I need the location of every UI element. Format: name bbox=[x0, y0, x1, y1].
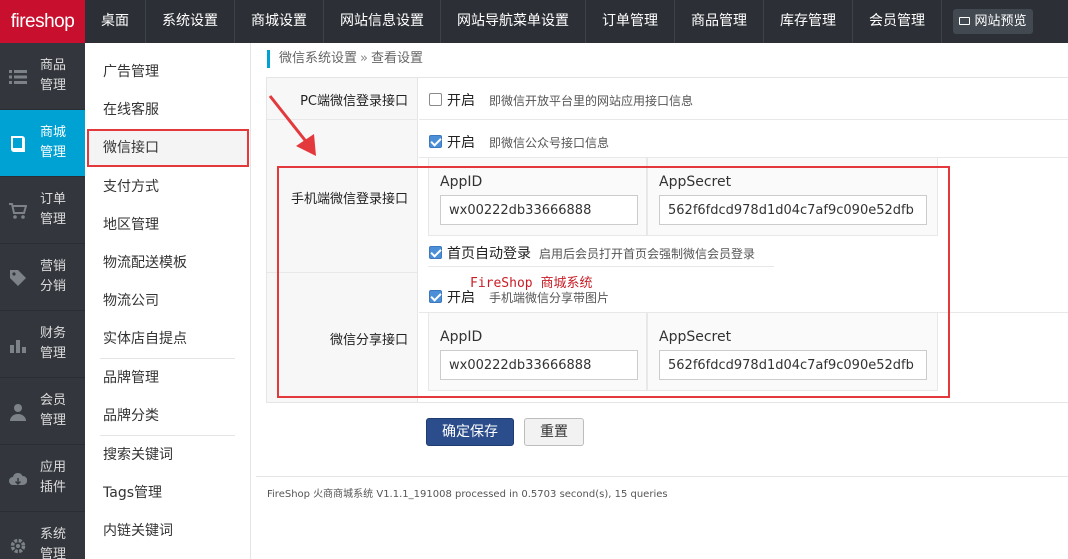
left-menu-mall[interactable]: 商城管理 bbox=[0, 110, 85, 177]
breadcrumb: 微信系统设置» 查看设置 bbox=[267, 50, 423, 68]
footer-text: FireShop 火商商城系统 V1.1.1_191008 processed … bbox=[267, 489, 668, 500]
top-nav-site-nav-menu[interactable]: 网站导航菜单设置 bbox=[441, 0, 586, 43]
sub-menu-shipping-templates[interactable]: 物流配送模板 bbox=[103, 244, 187, 282]
pc-login-enable-label: 开启 bbox=[447, 93, 475, 109]
sub-menu-regions[interactable]: 地区管理 bbox=[103, 206, 159, 244]
top-nav-orders[interactable]: 订单管理 bbox=[586, 0, 675, 43]
left-menu-system[interactable]: 系统管理 bbox=[0, 512, 85, 559]
monitor-icon bbox=[959, 16, 971, 25]
sub-menu-tags[interactable]: Tags管理 bbox=[103, 474, 162, 512]
left-menu-members[interactable]: 会员管理 bbox=[0, 378, 85, 445]
gear-icon bbox=[10, 538, 26, 554]
left-menu-label: 系统管理 bbox=[40, 527, 67, 559]
reset-button[interactable]: 重置 bbox=[524, 418, 584, 446]
row-divider bbox=[419, 119, 1068, 120]
left-menu-finance[interactable]: 财务管理 bbox=[0, 311, 85, 378]
app-root: fireshop 桌面 系统设置 商城设置 网站信息设置 网站导航菜单设置 订单… bbox=[0, 0, 1068, 559]
sub-menu-online-service[interactable]: 在线客服 bbox=[103, 91, 159, 129]
top-nav-inventory[interactable]: 库存管理 bbox=[764, 0, 853, 43]
top-nav: 桌面 系统设置 商城设置 网站信息设置 网站导航菜单设置 订单管理 商品管理 库… bbox=[85, 0, 942, 43]
left-menu-products[interactable]: 商品管理 bbox=[0, 43, 85, 110]
left-menu-label: 商品管理 bbox=[40, 58, 67, 93]
left-menu-marketing[interactable]: 营销分销 bbox=[0, 244, 85, 311]
top-bar: fireshop 桌面 系统设置 商城设置 网站信息设置 网站导航菜单设置 订单… bbox=[0, 0, 1068, 43]
sub-menu-wechat-api[interactable]: 微信接口 bbox=[103, 129, 159, 167]
left-menu-label: 财务管理 bbox=[40, 326, 67, 361]
breadcrumb-current: 查看设置 bbox=[370, 51, 423, 66]
left-menu-label: 会员管理 bbox=[40, 393, 67, 428]
list-icon bbox=[9, 70, 27, 84]
sub-menu-brands[interactable]: 品牌管理 bbox=[103, 359, 159, 397]
logo[interactable]: fireshop bbox=[0, 0, 85, 43]
pc-login-enable-checkbox[interactable] bbox=[429, 93, 442, 106]
sub-menu-search-keywords[interactable]: 搜索关键词 bbox=[103, 436, 173, 474]
sub-menu-inline-keywords[interactable]: 内链关键词 bbox=[103, 512, 173, 550]
left-menu-plugins[interactable]: 应用插件 bbox=[0, 445, 85, 512]
tag-icon bbox=[10, 270, 26, 286]
bar-chart-icon bbox=[10, 340, 26, 353]
site-preview-label: 网站预览 bbox=[974, 14, 1027, 29]
breadcrumb-parent[interactable]: 微信系统设置 bbox=[279, 51, 357, 66]
left-sidebar: 商品管理 商城管理 订单管理 营销分销 财务管理 会员管理 应用插件 系统管理 bbox=[0, 43, 85, 559]
pc-login-hint: 即微信开放平台里的网站应用接口信息 bbox=[489, 94, 694, 108]
left-menu-label: 营销分销 bbox=[40, 259, 67, 294]
mobile-login-enable-label: 开启 bbox=[447, 135, 475, 151]
sub-menu-ads[interactable]: 广告管理 bbox=[103, 53, 159, 91]
book-icon bbox=[11, 136, 25, 152]
save-button[interactable]: 确定保存 bbox=[426, 418, 514, 446]
annotation-arrow-icon bbox=[268, 95, 316, 156]
sub-menu-payment[interactable]: 支付方式 bbox=[103, 168, 159, 206]
top-nav-members[interactable]: 会员管理 bbox=[853, 0, 942, 43]
left-menu-label: 订单管理 bbox=[40, 192, 67, 227]
sub-menu-brand-categories[interactable]: 品牌分类 bbox=[103, 397, 159, 435]
user-icon bbox=[10, 404, 26, 421]
cart-icon bbox=[9, 203, 27, 219]
mobile-login-enable-checkbox[interactable] bbox=[429, 135, 442, 148]
sub-menu-logistics[interactable]: 物流公司 bbox=[103, 282, 159, 320]
top-nav-products[interactable]: 商品管理 bbox=[675, 0, 764, 43]
footer-divider bbox=[256, 476, 1068, 477]
sub-menu-pickup-points[interactable]: 实体店自提点 bbox=[103, 320, 187, 358]
top-nav-mall-settings[interactable]: 商城设置 bbox=[235, 0, 324, 43]
top-nav-site-info[interactable]: 网站信息设置 bbox=[324, 0, 441, 43]
left-menu-label: 应用插件 bbox=[40, 460, 67, 495]
left-menu-label: 商城管理 bbox=[40, 125, 67, 160]
mobile-login-hint: 即微信公众号接口信息 bbox=[489, 136, 610, 150]
top-nav-system-settings[interactable]: 系统设置 bbox=[146, 0, 235, 43]
top-nav-desktop[interactable]: 桌面 bbox=[85, 0, 146, 43]
site-preview-button[interactable]: 网站预览 bbox=[953, 9, 1033, 34]
left-menu-orders[interactable]: 订单管理 bbox=[0, 177, 85, 244]
highlight-frame bbox=[277, 166, 950, 398]
breadcrumb-separator: » bbox=[360, 51, 368, 66]
cloud-icon bbox=[9, 472, 27, 486]
